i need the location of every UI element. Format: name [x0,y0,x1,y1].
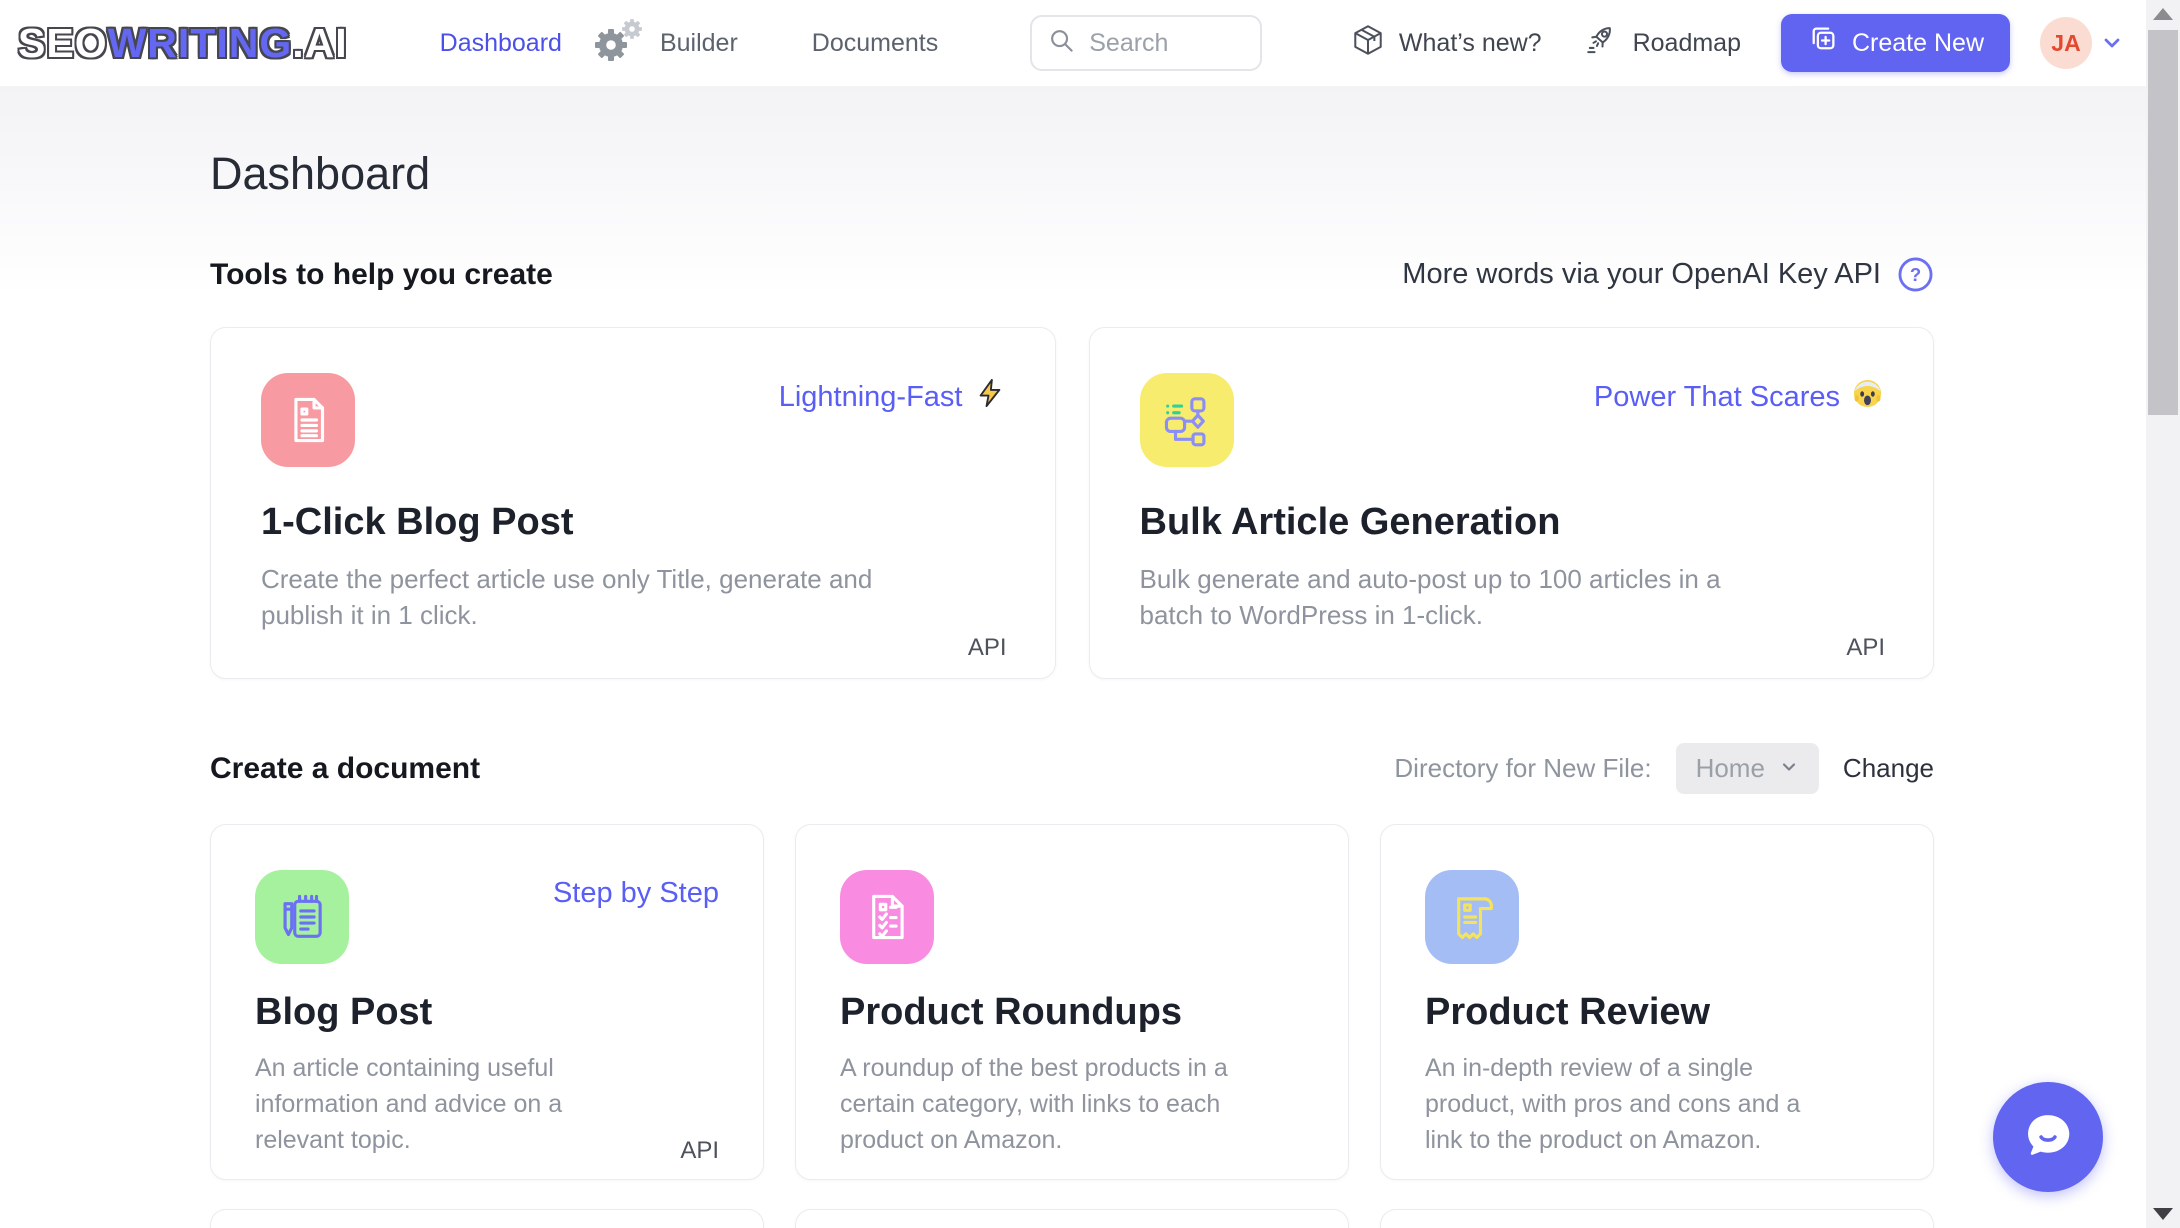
directory-label: Directory for New File: [1394,753,1651,784]
whats-new-icon [1350,22,1386,65]
tool-description: Bulk generate and auto-post up to 100 ar… [1140,561,1785,633]
tool-title: 1-Click Blog Post [261,501,1005,544]
create-new-icon [1807,24,1838,62]
search-icon [1048,27,1075,59]
next-documents-row-partial [210,1209,1934,1228]
avatar-chevron-icon[interactable] [2100,31,2124,55]
documents-row: Step by Step Blog Post An article contai… [210,824,1934,1180]
roadmap-label: Roadmap [1633,29,1741,58]
tools-row: Lightning-Fast 1-Click Blog Post Create … [210,327,1934,679]
roadmap-link[interactable]: Roadmap [1584,22,1741,65]
scrollbar-down-arrow[interactable] [2153,1208,2173,1220]
nav-item-dashboard[interactable]: Dashboard [440,29,562,58]
doc-description: An article containing useful information… [255,1050,610,1158]
nav-builder-label: Builder [660,29,738,58]
one-click-blog-post-icon [261,373,355,467]
blog-post-icon [255,870,349,964]
nav-dashboard-label: Dashboard [440,29,562,58]
top-navbar: SEOWRITING.AI Dashboard [0,0,2180,86]
main-content: Dashboard Tools to help you create More … [0,148,2180,1228]
tool-title: Bulk Article Generation [1140,501,1884,544]
whats-new-label: What’s new? [1399,29,1542,58]
page-title: Dashboard [210,148,1934,200]
doc-title: Blog Post [255,991,719,1034]
search-box[interactable] [1030,15,1262,71]
app-screen: SEOWRITING.AI Dashboard [0,0,2180,1228]
doc-description: A roundup of the best products in a cert… [840,1050,1255,1158]
logo-part-writing: WRITING [108,20,293,67]
header-right-cluster: What’s new? Roadmap [1350,14,2124,72]
nav-documents-label: Documents [812,29,938,58]
product-roundups-icon [840,870,934,964]
doc-description: An in-depth review of a single product, … [1425,1050,1840,1158]
doc-badge-step-by-step: Step by Step [553,877,719,910]
tools-section-title: Tools to help you create [210,258,553,292]
tools-section-head: Tools to help you create More words via … [210,256,1934,293]
scream-emoji-icon [1852,378,1883,417]
svg-text:?: ? [1910,264,1921,285]
create-new-button[interactable]: Create New [1781,14,2010,72]
roadmap-icon [1584,22,1620,65]
badge-label: Lightning-Fast [779,381,963,414]
tool-card-bulk-article-generation[interactable]: Power That Scares Bulk Article [1089,327,1935,679]
avatar-initials: JA [2051,30,2080,57]
tool-card-one-click-blog-post[interactable]: Lightning-Fast 1-Click Blog Post Create … [210,327,1056,679]
whats-new-link[interactable]: What’s new? [1350,22,1542,65]
partial-card[interactable] [795,1209,1349,1228]
doc-card-product-review[interactable]: Product Review An in-depth review of a s… [1380,824,1934,1180]
search-input[interactable] [1089,29,1239,58]
nav-item-builder[interactable]: Builder [592,16,738,71]
api-badge: API [1846,634,1885,662]
documents-section-head: Create a document Directory for New File… [210,743,1934,794]
main-nav: Dashboard Builder [440,16,939,71]
create-new-label: Create New [1852,29,1984,58]
openai-key-label: More words via your OpenAI Key API [1402,258,1881,291]
openai-key-link[interactable]: More words via your OpenAI Key API ? [1402,256,1934,293]
chat-widget-button[interactable] [1993,1082,2103,1192]
chevron-down-icon [1779,753,1799,784]
avatar[interactable]: JA [2040,17,2092,69]
bulk-article-generation-icon [1140,373,1234,467]
doc-title: Product Review [1425,991,1889,1034]
api-badge: API [968,634,1007,662]
partial-card[interactable] [1380,1209,1934,1228]
directory-select[interactable]: Home [1676,743,1819,794]
logo-part-seo: SEO [18,20,108,67]
partial-card[interactable] [210,1209,764,1228]
documents-section-title: Create a document [210,752,480,786]
doc-card-blog-post[interactable]: Step by Step Blog Post An article contai… [210,824,764,1180]
gear-icon [592,16,646,71]
badge-label: Power That Scares [1594,381,1840,414]
nav-item-documents[interactable]: Documents [812,29,938,58]
doc-title: Product Roundups [840,991,1304,1034]
tool-badge-lightning-fast: Lightning-Fast [779,378,1005,416]
vertical-scrollbar[interactable] [2146,0,2180,1228]
product-review-icon [1425,870,1519,964]
tool-badge-power-that-scares: Power That Scares [1594,378,1883,417]
api-badge: API [680,1137,719,1165]
help-icon[interactable]: ? [1897,256,1934,293]
brand-logo[interactable]: SEOWRITING.AI [18,20,348,67]
badge-label: Step by Step [553,877,719,910]
chat-icon [2015,1102,2081,1173]
scrollbar-thumb[interactable] [2148,30,2178,415]
directory-value: Home [1696,753,1765,784]
tool-description: Create the perfect article use only Titl… [261,561,941,633]
logo-part-ai: .AI [292,20,347,67]
directory-change-button[interactable]: Change [1843,753,1934,784]
scrollbar-up-arrow[interactable] [2153,8,2173,20]
doc-card-product-roundups[interactable]: Product Roundups A roundup of the best p… [795,824,1349,1180]
lightning-emoji-icon [975,378,1005,416]
directory-controls: Directory for New File: Home Change [1394,743,1934,794]
